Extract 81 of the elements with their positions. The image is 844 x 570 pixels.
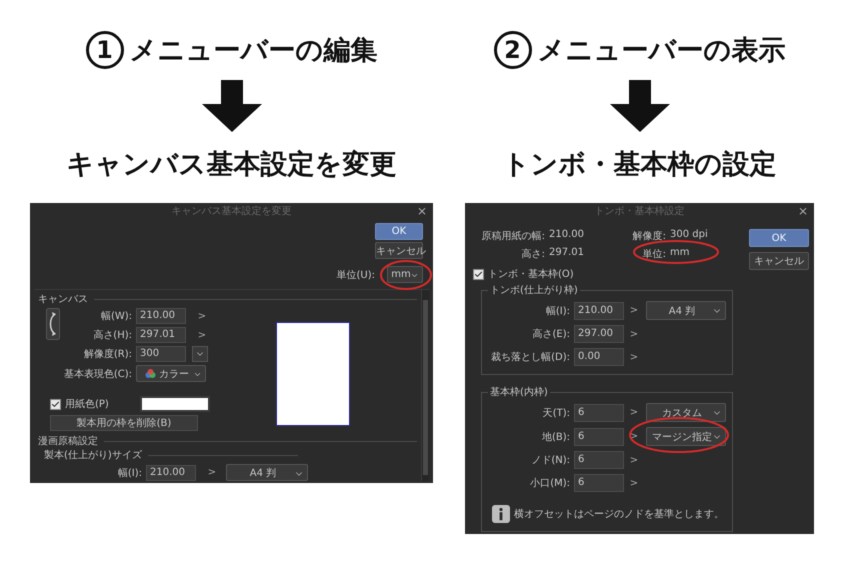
info-value: 300 dpi [670,229,708,242]
field-label: 幅(I): [116,466,142,480]
apply-arrow-button[interactable]: > [192,330,212,340]
checkbox-label: 用紙色(P) [65,398,109,411]
field-label: ノド(N): [530,454,570,467]
info-label: 解像度: [632,230,666,243]
number-field[interactable]: 210.00 [146,464,196,480]
field-label: 裁ち落とし幅(D): [490,350,570,364]
step-heading: メニューバーの編集 [130,34,378,68]
preset-dropdown[interactable]: A4 判 [646,301,726,320]
number-field[interactable]: 210.00 [574,302,624,320]
apply-arrow-button[interactable]: > [202,467,222,478]
orientation-icon [46,308,60,340]
down-arrow-icon [202,80,262,132]
info-value: 210.00 [549,229,584,242]
preset-dropdown[interactable]: マージン指定 [646,427,726,446]
unit-dropdown[interactable]: mm [387,266,423,283]
checkbox[interactable] [473,268,484,280]
unit-label: 単位(U): [336,268,375,282]
ok-button[interactable]: OK [749,229,809,247]
info-label: 単位: [642,248,666,261]
info-note: 横オフセットはページのノドを基準とします。 [514,508,724,521]
preset-dropdown[interactable]: カスタム [646,403,726,422]
color-circles-icon [145,368,156,378]
info-label: 原稿用紙の幅: [480,230,545,243]
group-title: 基本枠(内枠) [489,386,549,399]
field-label: 解像度(R): [82,348,132,361]
number-field[interactable]: 297.01 [136,327,186,343]
info-value: mm [670,247,690,260]
step-number: 1 [86,31,124,69]
checkbox-label: トンボ・基本枠(O) [488,268,574,281]
number-field[interactable]: 6 [574,404,624,422]
apply-arrow-button[interactable]: > [626,305,642,316]
chevron-icon [410,271,419,280]
chevron-icon [193,370,202,379]
number-field[interactable]: 6 [574,474,624,492]
number-field[interactable]: 297.00 [574,325,624,343]
ok-button[interactable]: OK [375,223,423,240]
field-label: 小口(M): [529,476,570,490]
number-field[interactable]: 6 [574,451,624,469]
step-caption: トンボ・基本枠の設定 [502,148,776,182]
apply-arrow-button[interactable]: > [626,454,642,466]
down-arrow-icon [610,80,670,132]
close-button[interactable]: × [416,204,427,218]
dropdown-button[interactable] [192,346,208,362]
section-title: キャンバス [38,293,88,306]
cancel-button[interactable]: キャンセル [749,252,809,270]
remove-frame-button[interactable]: 製本用の枠を削除(B) [50,415,198,431]
field-label: 高さ(E): [532,328,570,341]
paper-color-swatch[interactable] [140,396,210,412]
apply-arrow-button[interactable]: > [192,310,212,322]
subsection-title: 製本(仕上がり)サイズ [44,448,142,462]
step-caption: キャンバス基本設定を変更 [66,148,396,182]
field-label: 天(T): [542,406,570,420]
color-mode-dropdown[interactable]: カラー [136,365,206,382]
close-button[interactable]: × [798,204,808,218]
apply-arrow-button[interactable]: > [626,352,642,362]
size-preset-dropdown[interactable]: A4 判 [226,464,308,481]
number-field[interactable]: 6 [574,428,624,446]
field-label: 高さ(H): [92,328,132,342]
apply-arrow-button[interactable]: > [626,407,642,418]
annotation-circle [380,260,432,290]
field-label: 幅(W): [100,310,132,323]
apply-arrow-button[interactable]: > [626,478,642,488]
dialog-title: トンボ・基本枠設定 [594,204,684,218]
info-label: 高さ: [520,248,545,261]
info-icon [492,505,510,523]
group-title: トンボ(仕上がり枠) [489,284,579,297]
step-heading: メニューバーの表示 [538,34,786,68]
section-title: 漫画原稿設定 [38,434,98,448]
dialog-title: キャンバス基本設定を変更 [172,204,292,218]
number-field[interactable]: 0.00 [574,348,624,366]
number-field[interactable]: 210.00 [136,308,186,324]
apply-arrow-button[interactable]: > [626,328,642,340]
field-label: 基本表現色(C): [62,368,132,380]
field-label: 地(B): [540,430,570,444]
number-field[interactable]: 300 [136,346,186,362]
info-value: 297.01 [549,247,584,260]
checkbox[interactable] [50,398,61,410]
step-number: 2 [494,31,532,69]
field-label: 幅(I): [544,304,570,318]
